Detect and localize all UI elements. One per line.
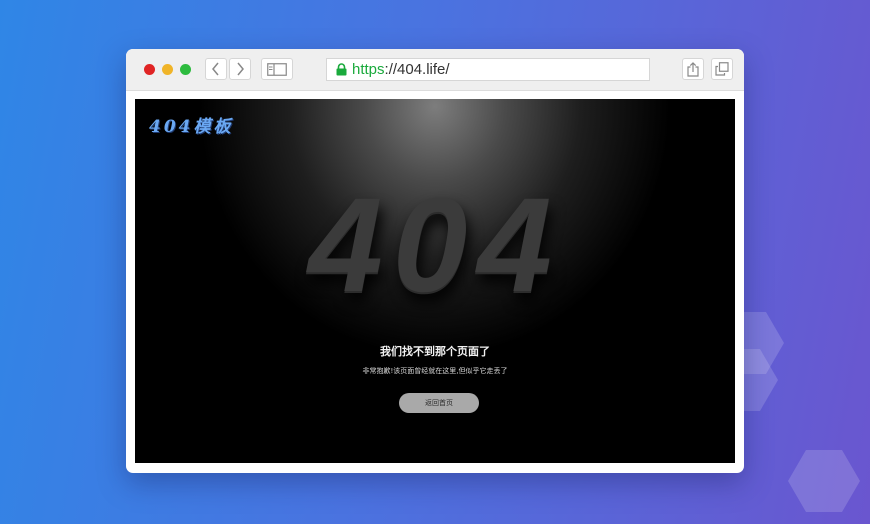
chevron-right-icon (237, 62, 244, 76)
address-bar[interactable]: https://404.life/ (326, 58, 650, 81)
forward-button[interactable] (229, 58, 251, 80)
error-headline: 我们找不到那个页面了 (380, 345, 490, 358)
share-button[interactable] (682, 58, 704, 80)
lock-icon (336, 63, 347, 76)
error-code-404: 404 (308, 171, 562, 320)
page-viewport: 404模板 404 我们找不到那个页面了 非常抱歉!该页面曾经就在这里,但似乎它… (135, 99, 735, 463)
share-icon (687, 61, 699, 77)
browser-toolbar: https://404.life/ (126, 49, 744, 91)
sidebar-toggle-button[interactable] (261, 58, 293, 80)
browser-window: https://404.life/ 404模板 404 我们找不到那个页面了 非… (126, 49, 744, 473)
back-to-home-button[interactable]: 返回首页 (399, 393, 479, 413)
chevron-left-icon (212, 62, 219, 76)
tabs-icon (715, 62, 729, 76)
maximize-window-button[interactable] (180, 64, 191, 75)
tabs-overview-button[interactable] (711, 58, 733, 80)
minimize-window-button[interactable] (162, 64, 173, 75)
sidebar-icon (267, 62, 287, 76)
error-description: 非常抱歉!该页面曾经就在这里,但似乎它走丢了 (362, 367, 508, 375)
decorative-hexagon (788, 450, 860, 512)
url-path: ://404.life/ (384, 61, 450, 78)
url-scheme: https (352, 61, 385, 78)
back-button[interactable] (205, 58, 227, 80)
site-logo[interactable]: 404模板 (149, 112, 234, 137)
close-window-button[interactable] (144, 64, 155, 75)
